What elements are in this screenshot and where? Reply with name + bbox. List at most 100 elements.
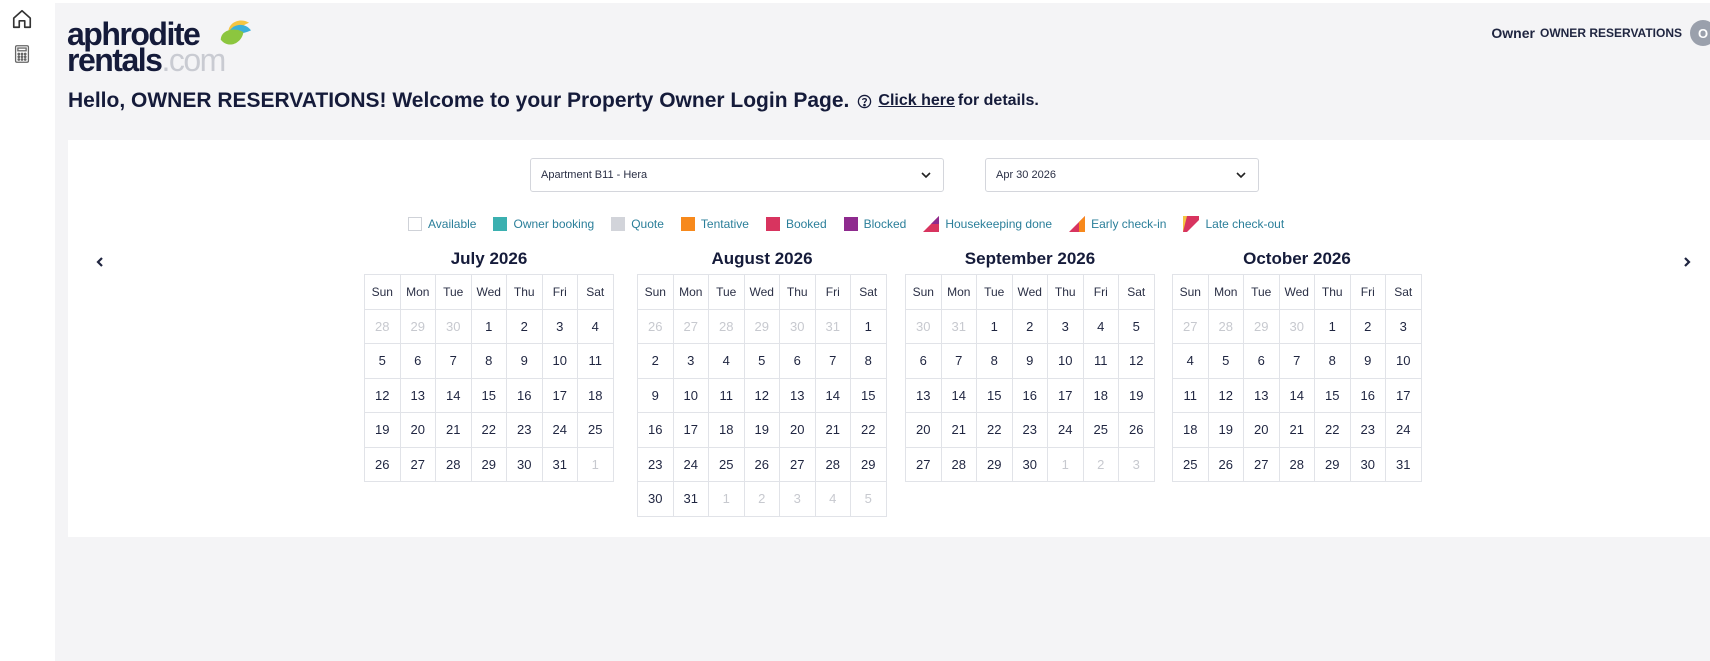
calendar-day[interactable]: 16 <box>638 413 674 448</box>
calendar-day[interactable]: 21 <box>436 413 472 448</box>
calendar-day[interactable]: 15 <box>471 378 507 413</box>
calendar-day[interactable]: 10 <box>1386 344 1422 379</box>
calendar-day[interactable]: 28 <box>815 447 851 482</box>
calendar-day[interactable]: 3 <box>1048 309 1084 344</box>
calendar-day[interactable]: 28 <box>941 447 977 482</box>
calendar-day[interactable]: 15 <box>1315 378 1351 413</box>
calendar-day[interactable]: 24 <box>673 447 709 482</box>
calendar-day[interactable]: 1 <box>471 309 507 344</box>
calendar-day[interactable]: 31 <box>542 447 578 482</box>
calendar-day[interactable]: 19 <box>365 413 401 448</box>
calendar-day[interactable]: 4 <box>1083 309 1119 344</box>
calendar-day[interactable]: 23 <box>1350 413 1386 448</box>
calendar-day[interactable]: 1 <box>977 309 1013 344</box>
calendar-day[interactable]: 8 <box>851 344 887 379</box>
calendar-day[interactable]: 26 <box>744 447 780 482</box>
calendar-day[interactable]: 19 <box>1119 378 1155 413</box>
calendar-day[interactable]: 21 <box>1279 413 1315 448</box>
calendar-day[interactable]: 27 <box>1244 447 1280 482</box>
calendar-day[interactable]: 4 <box>709 344 745 379</box>
calendar-day[interactable]: 30 <box>1012 447 1048 482</box>
calendar-day[interactable]: 20 <box>906 413 942 448</box>
calendar-day[interactable]: 14 <box>941 378 977 413</box>
calendar-day[interactable]: 3 <box>542 309 578 344</box>
user-menu[interactable]: Owner OWNER RESERVATIONS O <box>1491 17 1710 49</box>
calendar-day[interactable]: 21 <box>815 413 851 448</box>
calendar-day[interactable]: 10 <box>1048 344 1084 379</box>
calendar-day[interactable]: 19 <box>1208 413 1244 448</box>
previous-months-button[interactable] <box>90 252 110 272</box>
calendar-day[interactable]: 13 <box>780 378 816 413</box>
calendar-day[interactable]: 6 <box>906 344 942 379</box>
calendar-day[interactable]: 22 <box>977 413 1013 448</box>
calendar-day[interactable]: 9 <box>638 378 674 413</box>
calendar-day[interactable]: 16 <box>507 378 543 413</box>
help-circle-icon[interactable] <box>857 94 872 109</box>
calendar-day[interactable]: 29 <box>851 447 887 482</box>
calculator-icon[interactable] <box>11 43 33 65</box>
calendar-day[interactable]: 9 <box>507 344 543 379</box>
avatar[interactable]: O <box>1690 20 1710 46</box>
calendar-day[interactable]: 11 <box>709 378 745 413</box>
calendar-day[interactable]: 6 <box>780 344 816 379</box>
calendar-day[interactable]: 27 <box>400 447 436 482</box>
calendar-day[interactable]: 26 <box>1208 447 1244 482</box>
calendar-day[interactable]: 31 <box>1386 447 1422 482</box>
calendar-day[interactable]: 8 <box>977 344 1013 379</box>
calendar-day[interactable]: 12 <box>365 378 401 413</box>
calendar-day[interactable]: 26 <box>365 447 401 482</box>
calendar-day[interactable]: 13 <box>1244 378 1280 413</box>
calendar-day[interactable]: 6 <box>1244 344 1280 379</box>
calendar-day[interactable]: 11 <box>1083 344 1119 379</box>
calendar-day[interactable]: 24 <box>1048 413 1084 448</box>
calendar-day[interactable]: 25 <box>1173 447 1209 482</box>
calendar-day[interactable]: 18 <box>709 413 745 448</box>
calendar-day[interactable]: 7 <box>1279 344 1315 379</box>
calendar-day[interactable]: 14 <box>815 378 851 413</box>
calendar-day[interactable]: 10 <box>673 378 709 413</box>
calendar-day[interactable]: 4 <box>1173 344 1209 379</box>
calendar-day[interactable]: 9 <box>1012 344 1048 379</box>
calendar-day[interactable]: 29 <box>1315 447 1351 482</box>
calendar-day[interactable]: 23 <box>507 413 543 448</box>
calendar-day[interactable]: 23 <box>1012 413 1048 448</box>
calendar-day[interactable]: 12 <box>744 378 780 413</box>
calendar-day[interactable]: 21 <box>941 413 977 448</box>
calendar-day[interactable]: 11 <box>578 344 614 379</box>
calendar-day[interactable]: 18 <box>1173 413 1209 448</box>
calendar-day[interactable]: 11 <box>1173 378 1209 413</box>
calendar-day[interactable]: 16 <box>1350 378 1386 413</box>
calendar-day[interactable]: 3 <box>673 344 709 379</box>
calendar-day[interactable]: 9 <box>1350 344 1386 379</box>
calendar-day[interactable]: 28 <box>1279 447 1315 482</box>
calendar-day[interactable]: 31 <box>673 482 709 517</box>
calendar-day[interactable]: 7 <box>941 344 977 379</box>
calendar-day[interactable]: 5 <box>744 344 780 379</box>
calendar-day[interactable]: 20 <box>400 413 436 448</box>
calendar-day[interactable]: 17 <box>542 378 578 413</box>
calendar-day[interactable]: 2 <box>507 309 543 344</box>
calendar-day[interactable]: 22 <box>1315 413 1351 448</box>
calendar-day[interactable]: 6 <box>400 344 436 379</box>
calendar-day[interactable]: 15 <box>977 378 1013 413</box>
next-months-button[interactable] <box>1677 252 1697 272</box>
calendar-day[interactable]: 29 <box>471 447 507 482</box>
calendar-day[interactable]: 2 <box>1012 309 1048 344</box>
calendar-day[interactable]: 5 <box>1208 344 1244 379</box>
calendar-day[interactable]: 16 <box>1012 378 1048 413</box>
date-select[interactable]: Apr 30 2026 <box>985 158 1259 192</box>
calendar-day[interactable]: 14 <box>436 378 472 413</box>
calendar-day[interactable]: 12 <box>1119 344 1155 379</box>
calendar-day[interactable]: 26 <box>1119 413 1155 448</box>
calendar-day[interactable]: 5 <box>1119 309 1155 344</box>
calendar-day[interactable]: 8 <box>471 344 507 379</box>
calendar-day[interactable]: 18 <box>1083 378 1119 413</box>
calendar-day[interactable]: 25 <box>1083 413 1119 448</box>
calendar-day[interactable]: 25 <box>578 413 614 448</box>
brand-logo[interactable]: aphrodite rentals.com <box>67 18 267 79</box>
calendar-day[interactable]: 14 <box>1279 378 1315 413</box>
calendar-day[interactable]: 23 <box>638 447 674 482</box>
calendar-day[interactable]: 15 <box>851 378 887 413</box>
calendar-day[interactable]: 13 <box>400 378 436 413</box>
details-link[interactable]: Click here <box>878 92 954 110</box>
